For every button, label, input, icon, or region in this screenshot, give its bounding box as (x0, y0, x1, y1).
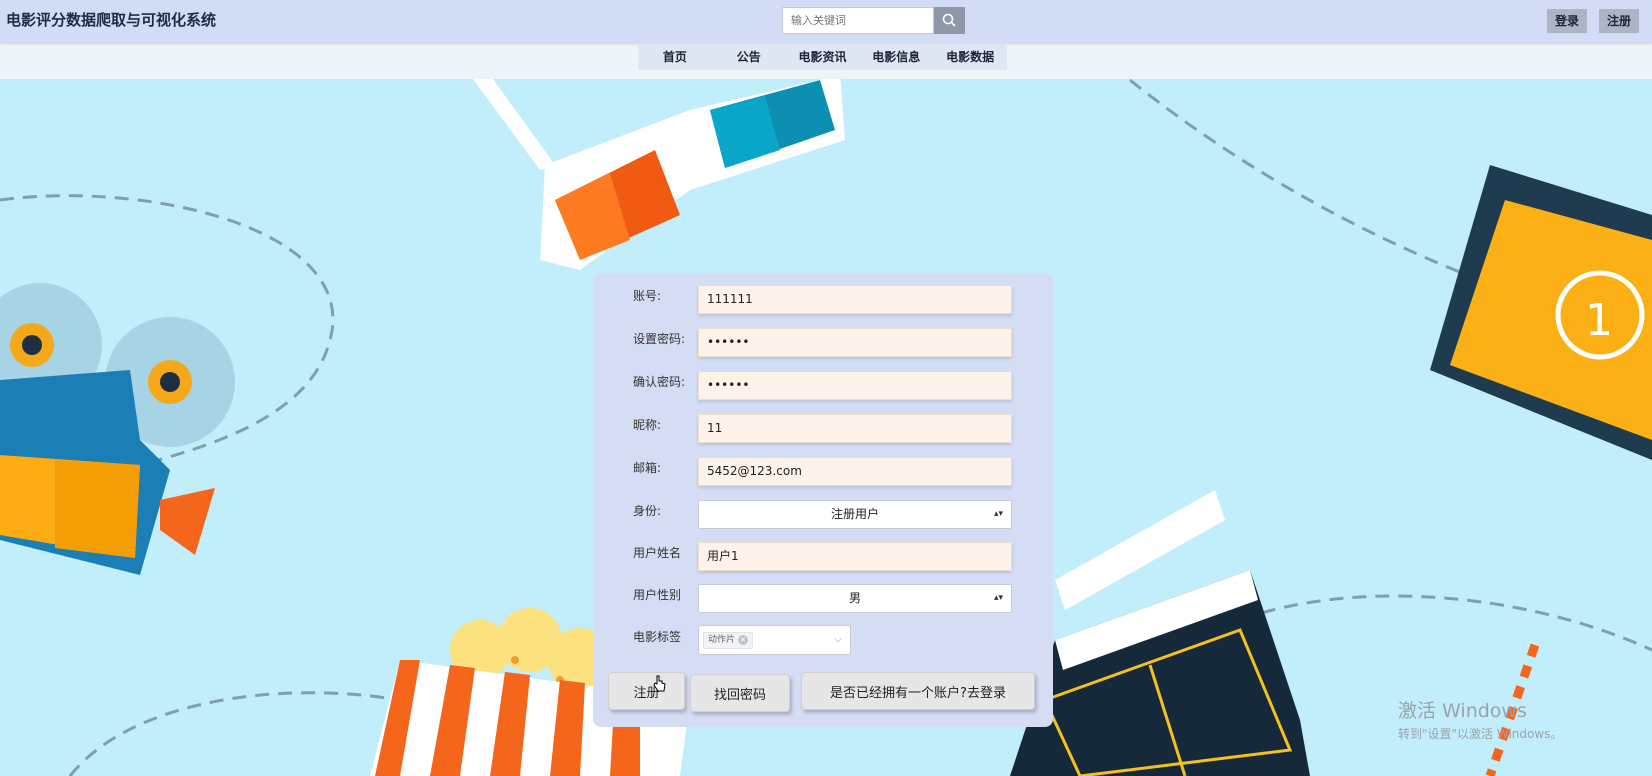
search-icon (942, 13, 956, 27)
gender-select[interactable]: 男 ▴▾ (698, 584, 1012, 613)
account-label: 账号: (633, 289, 662, 303)
register-header-button[interactable]: 注册 (1599, 9, 1640, 33)
identity-label: 身份: (633, 504, 662, 518)
identity-value: 注册用户 (830, 507, 879, 521)
gender-value: 男 (848, 591, 861, 605)
dashed-curve-bottom-right (1239, 594, 1652, 652)
search-button[interactable] (934, 7, 965, 34)
password-label: 设置密码: (633, 332, 686, 346)
top-header: 电影评分数据爬取与可视化系统 登录 注册 (0, 0, 1652, 44)
movie-tags-select[interactable]: 动作片 × ⌵ (698, 625, 851, 655)
site-title: 电影评分数据爬取与可视化系统 (6, 11, 217, 29)
watermark-line-2: 转到"设置"以激活 Windows。 (1398, 727, 1563, 741)
selected-tag-label: 动作片 (708, 635, 736, 645)
nav-item-movie-data[interactable]: 电影数据 (933, 45, 1007, 70)
watermark-line-1: 激活 Windows (1398, 700, 1527, 722)
identity-select[interactable]: 注册用户 ▴▾ (698, 500, 1012, 529)
username-label: 用户姓名 (633, 546, 682, 560)
film-projector-illustration (0, 283, 235, 575)
confirm-password-label: 确认密码: (633, 375, 686, 389)
svg-text:1: 1 (1585, 295, 1613, 346)
nickname-field[interactable]: 11 (698, 414, 1012, 443)
email-field[interactable]: 5452@123.com (698, 457, 1012, 486)
movie-tags-label: 电影标签 (633, 630, 682, 644)
nav-item-movie-info[interactable]: 电影信息 (859, 45, 933, 70)
select-arrows-icon: ▴▾ (993, 593, 1003, 603)
account-field[interactable]: 111111 (698, 285, 1012, 314)
confirm-password-field[interactable]: •••••• (698, 371, 1012, 400)
selected-tag: 动作片 × (703, 632, 754, 649)
dashed-curve-bottom-left (68, 691, 401, 776)
select-arrows-icon: ▴▾ (993, 509, 1003, 519)
register-form-card: 账号: 111111 设置密码: •••••• 确认密码: •••••• 昵称:… (593, 273, 1053, 727)
register-button[interactable]: 注册 (608, 672, 685, 710)
hand-cursor-icon (653, 675, 666, 692)
clapperboard-illustration (1010, 490, 1310, 776)
password-field[interactable]: •••••• (698, 328, 1012, 357)
3d-glasses-illustration (470, 75, 845, 270)
windows-activation-watermark: 激活 Windows 转到"设置"以激活 Windows。 (1398, 696, 1562, 742)
login-button[interactable]: 登录 (1547, 9, 1588, 33)
main-nav: 首页 公告 电影资讯 电影信息 电影数据 (638, 45, 1007, 70)
film-strip-illustration: 1 (1430, 165, 1652, 460)
remove-tag-icon[interactable]: × (738, 635, 749, 645)
email-label: 邮箱: (633, 461, 662, 475)
username-field[interactable]: 用户1 (698, 542, 1012, 571)
gender-label: 用户性别 (633, 588, 682, 602)
nav-item-home[interactable]: 首页 (638, 45, 712, 70)
search-box (782, 7, 939, 34)
find-password-button[interactable]: 找回密码 (690, 674, 790, 712)
dashed-curve-top-right (1129, 78, 1481, 282)
nickname-label: 昵称: (633, 418, 662, 432)
nav-item-announcements[interactable]: 公告 (712, 45, 786, 70)
search-input[interactable] (783, 8, 939, 33)
go-login-button[interactable]: 是否已经拥有一个账户?去登录 (801, 672, 1035, 710)
chevron-down-icon: ⌵ (834, 634, 842, 645)
nav-item-movie-news[interactable]: 电影资讯 (786, 45, 860, 70)
